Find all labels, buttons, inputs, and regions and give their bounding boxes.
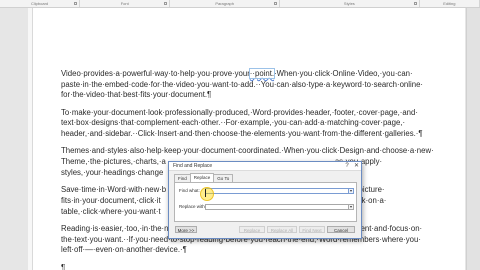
more-button[interactable]: More >> [175,226,197,233]
help-icon[interactable]: ? [343,162,351,170]
ribbon-group-label: Font [120,1,129,6]
replace-with-input[interactable] [205,204,349,210]
ribbon-group-clipboard: Clipboard [0,0,81,7]
dialog-launcher-icon[interactable] [74,2,78,5]
ribbon-group-editing: Editing [420,0,480,7]
tab-go-to[interactable]: Go To [213,174,234,182]
text-line: header,·and·sidebar.··Click·Insert·and·t… [61,129,423,139]
paragraph: Video·provides·a·powerful·way·to·help·yo… [61,68,456,101]
ribbon-group-styles: Styles [280,0,420,7]
text-run: Video·provides·a·powerful·way·to·help·yo… [61,69,250,78]
dialog-titlebar[interactable]: Find and Replace ? ✕ [169,162,361,171]
find-next-button[interactable]: Find Next [299,226,325,233]
ribbon-group-label: Editing [443,1,456,6]
word-window: Clipboard Font Paragraph Styles Editing … [0,0,480,270]
ribbon-group-label: Clipboard [31,1,49,6]
chevron-down-icon: ▾ [349,204,352,209]
cancel-button[interactable]: Cancel [327,226,355,233]
selected-text: ··point. [248,68,276,79]
find-replace-dialog: Find and Replace ? ✕ Find Replace Go To … [168,161,362,239]
ribbon-group-label: Paragraph [215,1,234,6]
text-line: Video·provides·a·powerful·way·to·help·yo… [61,68,456,80]
cursor-highlight [200,187,214,201]
text-line: left·off·—·even·on·another·device.·¶ [61,245,187,255]
replace-all-button[interactable]: Replace All [267,226,297,233]
find-what-label: Find what: [179,188,200,193]
paragraph: ¶ [61,263,456,270]
dialog-title: Find and Replace [173,163,213,169]
replace-with-label: Replace with: [179,204,207,209]
ribbon-group-paragraph: Paragraph [170,0,281,7]
tab-find[interactable]: Find [174,174,191,182]
text-line: ¶ [61,262,66,270]
text-line: text·box·designs·that·complement·each·ot… [61,118,406,128]
find-what-dropdown[interactable]: ▾ [348,188,354,194]
close-icon[interactable]: ✕ [352,162,361,170]
vertical-scrollbar[interactable] [466,8,480,270]
paragraph: To·make·your·document·look·professionall… [61,108,456,140]
chevron-down-icon: ▾ [349,188,352,193]
find-what-input[interactable] [205,188,349,194]
replace-with-dropdown[interactable]: ▾ [348,204,354,210]
text-run: ·When·you·click·Online·Video,·you·can· [274,69,413,78]
text-line: To·make·your·document·look·professionall… [61,107,418,117]
text-line: Themes·and·styles·also·help·keep·your·do… [61,146,434,156]
text-line: for·the·video·that·best·fits·your·docume… [61,90,212,100]
ribbon-group-font: Font [80,0,171,7]
dialog-tabs: Find Replace Go To [174,173,234,182]
ribbon-group-labels: Clipboard Font Paragraph Styles Editing [0,0,480,8]
text-line: paste·in·the·embed·code·for·the·video·yo… [61,79,423,89]
replace-button[interactable]: Replace [239,226,265,233]
dialog-launcher-icon[interactable] [413,2,417,5]
ribbon-group-label: Styles [343,1,355,6]
tab-replace[interactable]: Replace [189,173,215,182]
text-cursor-icon [205,189,206,197]
dialog-launcher-icon[interactable] [274,2,278,5]
dialog-launcher-icon[interactable] [164,2,168,5]
